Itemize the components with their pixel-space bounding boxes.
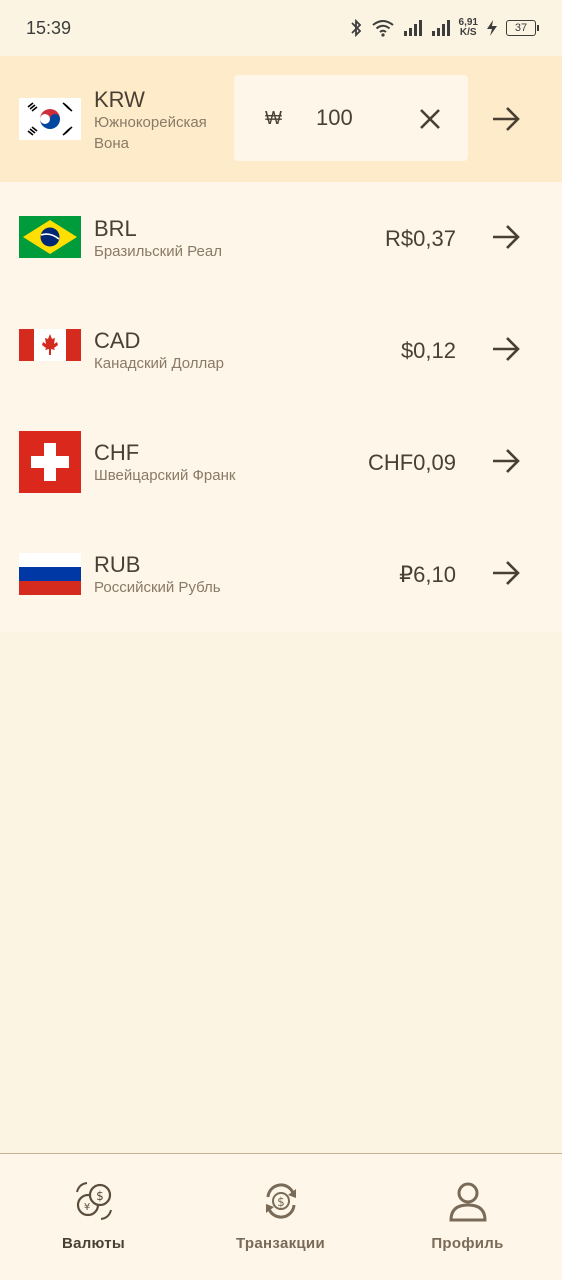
exchange-icon: $ xyxy=(265,1183,296,1219)
switzerland-flag-icon xyxy=(19,431,81,493)
arrow-right-icon[interactable] xyxy=(490,221,522,253)
converted-value: CHF0,09 xyxy=(367,450,456,475)
base-currency-code: KRW xyxy=(94,87,145,112)
currency-code: CHF xyxy=(94,440,140,465)
svg-text:$: $ xyxy=(277,1195,285,1209)
nav-item-profile[interactable]: Профиль xyxy=(374,1154,561,1280)
converted-value: ₽6,10 xyxy=(399,562,456,587)
south-korea-flag-icon xyxy=(19,98,81,140)
svg-text:¥: ¥ xyxy=(83,1202,89,1213)
currency-code: BRL xyxy=(94,216,137,241)
signal-icon-2 xyxy=(431,20,450,36)
network-speed: 6,91 K/S xyxy=(459,18,478,38)
status-time: 15:39 xyxy=(26,17,72,38)
arrow-right-icon[interactable] xyxy=(490,103,522,135)
charging-icon xyxy=(487,20,497,36)
currency-code: RUB xyxy=(94,552,141,577)
arrow-right-icon[interactable] xyxy=(490,557,522,589)
currency-code: CAD xyxy=(94,328,141,353)
nav-label: Профиль xyxy=(431,1235,504,1252)
brazil-flag-icon xyxy=(19,216,81,258)
won-currency-symbol: ₩ xyxy=(265,108,282,128)
bluetooth-icon xyxy=(350,19,361,37)
russia-flag-icon xyxy=(19,553,81,595)
currency-name: Российский Рубль xyxy=(94,579,221,596)
nav-item-currencies[interactable]: $ ¥ Валюты xyxy=(0,1154,187,1280)
amount-box: ₩ xyxy=(234,75,468,161)
currency-row-rub[interactable]: RUB Российский Рубль ₽6,10 xyxy=(0,518,562,630)
speed-unit: K/S xyxy=(459,27,477,38)
currency-coins-icon: $ ¥ xyxy=(75,1182,112,1220)
nav-label: Валюты xyxy=(61,1235,126,1252)
svg-text:$: $ xyxy=(96,1189,104,1203)
base-currency-name: Южнокорейская Вона xyxy=(94,114,207,152)
nav-item-transactions[interactable]: $ Транзакции xyxy=(187,1154,374,1280)
battery-indicator: 37 xyxy=(506,20,539,36)
currency-name: Швейцарский Франк xyxy=(94,467,236,484)
arrow-right-icon[interactable] xyxy=(490,445,522,477)
converted-value: R$0,37 xyxy=(385,226,456,251)
converted-value: $0,12 xyxy=(400,338,456,363)
profile-icon xyxy=(448,1182,487,1222)
nav-label: Транзакции xyxy=(236,1235,325,1252)
currency-row-cad[interactable]: CAD Канадский Доллар $0,12 xyxy=(0,294,562,406)
currency-name: Канадский Доллар xyxy=(94,355,224,372)
currency-list: BRL Бразильский Реал R$0,37 CAD Канадски… xyxy=(0,182,562,632)
bottom-nav: $ ¥ Валюты $ Транзакции Профиль xyxy=(0,1153,562,1280)
base-currency-row: KRW Южнокорейская Вона ₩ xyxy=(0,56,562,182)
status-icons: 6,91 K/S 37 xyxy=(349,18,539,38)
wifi-icon xyxy=(371,20,394,37)
currency-name: Бразильский Реал xyxy=(94,243,222,260)
currency-row-chf[interactable]: CHF Швейцарский Франк CHF0,09 xyxy=(0,406,562,518)
currency-row-brl[interactable]: BRL Бразильский Реал R$0,37 xyxy=(0,182,562,294)
canada-flag-icon xyxy=(19,329,81,361)
arrow-right-icon[interactable] xyxy=(490,333,522,365)
clear-icon[interactable] xyxy=(417,106,443,132)
signal-icon-1 xyxy=(403,20,422,36)
status-bar: 15:39 6,91 K/S 37 xyxy=(0,0,562,56)
